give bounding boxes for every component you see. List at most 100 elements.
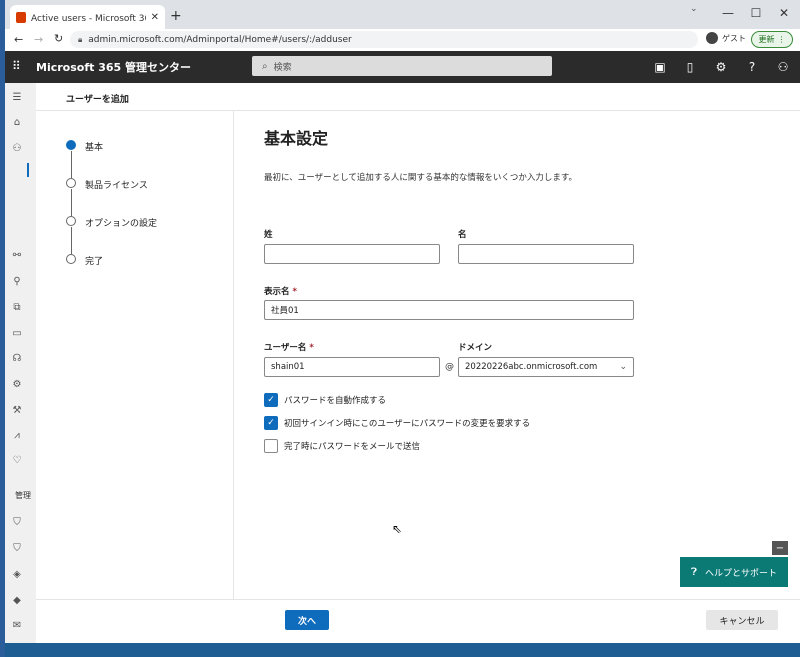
horizontal-scrollbar[interactable]: [5, 643, 800, 657]
reload-icon[interactable]: ↻: [54, 32, 63, 45]
step-label-licenses[interactable]: 製品ライセンス: [85, 178, 148, 191]
username-label: ユーザー名 *: [264, 341, 314, 353]
admin-centers-label: 管理: [15, 491, 31, 500]
azure-icon[interactable]: ◆: [9, 592, 25, 608]
search-placeholder: 検索: [273, 62, 292, 73]
profile-button[interactable]: ゲスト: [706, 32, 746, 44]
first-name-label: 名: [458, 230, 467, 240]
divider: [36, 599, 800, 600]
auto-password-checkbox-row[interactable]: ✓ パスワードを自動作成する: [264, 393, 386, 407]
support-icon[interactable]: ☊: [9, 350, 25, 366]
setup-icon[interactable]: ⚒: [9, 402, 25, 418]
checkbox-unchecked-icon[interactable]: [264, 439, 278, 453]
at-sign: @: [445, 362, 454, 372]
last-name-field[interactable]: [264, 244, 440, 264]
first-name-field[interactable]: [458, 244, 634, 264]
search-input[interactable]: ⌕ 検索: [252, 56, 552, 76]
cancel-button[interactable]: キャンセル: [706, 610, 778, 630]
step-label-optional[interactable]: オプションの設定: [85, 216, 157, 229]
next-button[interactable]: 次へ: [285, 610, 329, 630]
avatar-icon: [706, 32, 718, 44]
security-icon[interactable]: ⛉: [9, 514, 25, 530]
require-change-checkbox-row[interactable]: ✓ 初回サインイン時にこのユーザーにパスワードの変更を要求する: [264, 416, 530, 430]
billing-icon[interactable]: ▭: [9, 325, 25, 341]
domain-label: ドメイン: [458, 343, 493, 353]
url-text: admin.microsoft.com/Adminportal/Home#/us…: [88, 34, 352, 45]
health-icon[interactable]: ♡: [9, 452, 25, 468]
step-connector: [71, 189, 72, 216]
network-icon[interactable]: ⚯: [9, 247, 25, 263]
maximize-window-button[interactable]: ☐: [742, 2, 770, 24]
profile-label: ゲスト: [722, 33, 746, 43]
checkbox-checked-icon[interactable]: ✓: [264, 393, 278, 407]
hamburger-icon[interactable]: ☰: [9, 89, 25, 105]
step-dot-basics: [66, 140, 76, 150]
panel-title: ユーザーを追加: [66, 95, 129, 105]
domain-value: 20220226abc.onmicrosoft.com: [465, 362, 598, 372]
close-tab-icon[interactable]: ✕: [151, 12, 159, 23]
step-dot-optional: [66, 216, 76, 226]
tab-title: Active users - Microsoft 365 管理: [31, 13, 146, 24]
search-icon: ⌕: [262, 60, 268, 72]
more-icon: ⋮: [777, 35, 786, 44]
help-label: ヘルプとサポート: [705, 568, 778, 579]
update-label: 更新: [758, 35, 775, 44]
office-icon: [16, 11, 26, 23]
step-dot-licenses: [66, 178, 76, 188]
required-mark: *: [309, 343, 314, 353]
email-password-checkbox-row[interactable]: 完了時にパスワードをメールで送信: [264, 439, 420, 453]
domain-dropdown[interactable]: 20220226abc.onmicrosoft.com ⌄: [458, 357, 634, 377]
minimize-window-button[interactable]: —: [714, 2, 742, 24]
help-support-button[interactable]: ❓︎ ヘルプとサポート: [680, 557, 788, 587]
last-name-label: 姓: [264, 230, 273, 240]
lock-icon: 🔒︎: [78, 34, 83, 44]
exchange-icon[interactable]: ✉: [9, 617, 25, 633]
new-tab-button[interactable]: +: [170, 8, 182, 24]
mouse-cursor-icon: ⇖: [392, 522, 403, 536]
close-window-button[interactable]: ✕: [770, 2, 798, 24]
checkbox-checked-icon[interactable]: ✓: [264, 416, 278, 430]
username-label-text: ユーザー名: [264, 343, 307, 353]
help-icon[interactable]: ?: [742, 57, 762, 77]
checkbox-label: 完了時にパスワードをメールで送信: [284, 442, 421, 452]
display-name-label: 表示名 *: [264, 285, 297, 297]
resources-icon[interactable]: ⧉: [9, 299, 25, 315]
terminal-icon[interactable]: ▣: [650, 57, 670, 77]
forward-icon[interactable]: →: [34, 33, 43, 46]
gear-icon[interactable]: ⚙: [711, 57, 731, 77]
step-label-finish[interactable]: 完了: [85, 254, 103, 267]
divider: [233, 111, 234, 599]
display-name-field[interactable]: 社員01: [264, 300, 634, 320]
step-label-basics[interactable]: 基本: [85, 140, 103, 153]
step-connector: [71, 227, 72, 254]
step-dot-finish: [66, 254, 76, 264]
endpoint-icon[interactable]: ◈: [9, 566, 25, 582]
address-bar[interactable]: 🔒︎ admin.microsoft.com/Adminportal/Home#…: [70, 31, 698, 48]
page-description: 最初に、ユーザーとして追加する人に関する基本的な情報をいくつか入力します。: [264, 173, 577, 183]
app-launcher-icon[interactable]: ⠿: [12, 59, 21, 73]
user-icon[interactable]: ⚇: [9, 140, 25, 156]
divider: [36, 110, 800, 111]
display-name-label-text: 表示名: [264, 287, 290, 297]
settings-icon[interactable]: ⚙: [9, 376, 25, 392]
brand-title: Microsoft 365 管理センター: [36, 61, 191, 74]
checkbox-label: 初回サインイン時にこのユーザーにパスワードの変更を要求する: [284, 419, 531, 429]
compliance-icon[interactable]: ⛉: [9, 540, 25, 556]
username-field[interactable]: shain01: [264, 357, 440, 377]
chevron-down-icon[interactable]: ⌄: [690, 4, 698, 14]
help-minimize-button[interactable]: −: [772, 541, 788, 555]
account-icon[interactable]: ⚇: [773, 57, 793, 77]
browser-tab[interactable]: Active users - Microsoft 365 管理 ✕: [10, 5, 165, 29]
home-icon[interactable]: ⌂: [9, 114, 25, 130]
page-heading: 基本設定: [264, 129, 329, 148]
update-button[interactable]: 更新 ⋮: [751, 31, 793, 48]
chevron-down-icon: ⌄: [619, 362, 627, 372]
reports-icon[interactable]: ⩘: [9, 427, 25, 443]
checkbox-label: パスワードを自動作成する: [284, 396, 387, 406]
back-icon[interactable]: ←: [14, 33, 23, 46]
required-mark: *: [292, 287, 297, 297]
step-connector: [71, 151, 72, 178]
mobile-icon[interactable]: ▯: [680, 57, 700, 77]
help-chat-icon: ❓︎: [690, 566, 697, 578]
roles-icon[interactable]: ⚲: [9, 273, 25, 289]
